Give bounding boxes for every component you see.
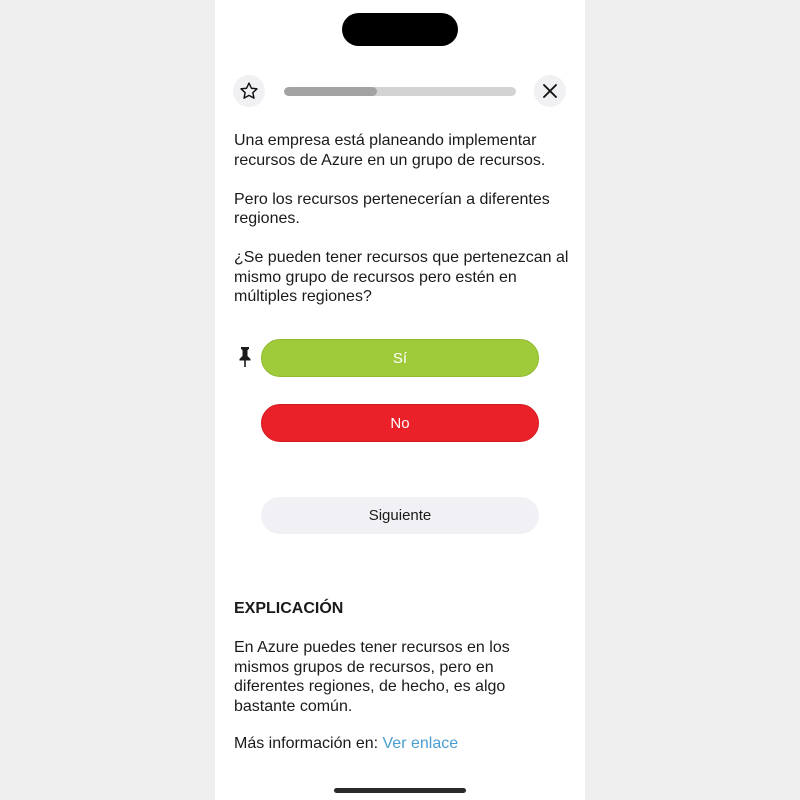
more-info-label: Más información en: [234,735,379,752]
explanation-text: En Azure puedes tener recursos en los mi… [234,639,510,715]
progress-fill [284,87,377,96]
question-paragraph: ¿Se pueden tener recursos que pertenezca… [234,249,569,305]
question-paragraph: Una empresa está planeando implementar r… [234,132,546,169]
close-icon [543,84,557,98]
dynamic-island [342,13,458,46]
explanation-heading: EXPLICACIÓN [234,600,344,617]
close-button[interactable] [534,75,566,107]
question-paragraph: Pero los recursos pertenecerían a difere… [234,190,550,228]
progress-bar [284,87,516,96]
favorite-button[interactable] [233,75,265,107]
more-info-line: Más información en: Ver enlace [234,735,458,753]
answer-no-button[interactable]: No [261,404,539,442]
home-indicator[interactable] [334,788,466,793]
see-link[interactable]: Ver enlace [383,735,459,752]
question-text: Una empresa está planeando implementar r… [234,131,574,307]
phone-screen: Una empresa está planeando implementar r… [215,0,585,800]
pin-icon [239,347,251,367]
next-button[interactable]: Siguiente [261,497,539,534]
star-icon [240,82,258,99]
answer-yes-button[interactable]: Sí [261,339,539,377]
